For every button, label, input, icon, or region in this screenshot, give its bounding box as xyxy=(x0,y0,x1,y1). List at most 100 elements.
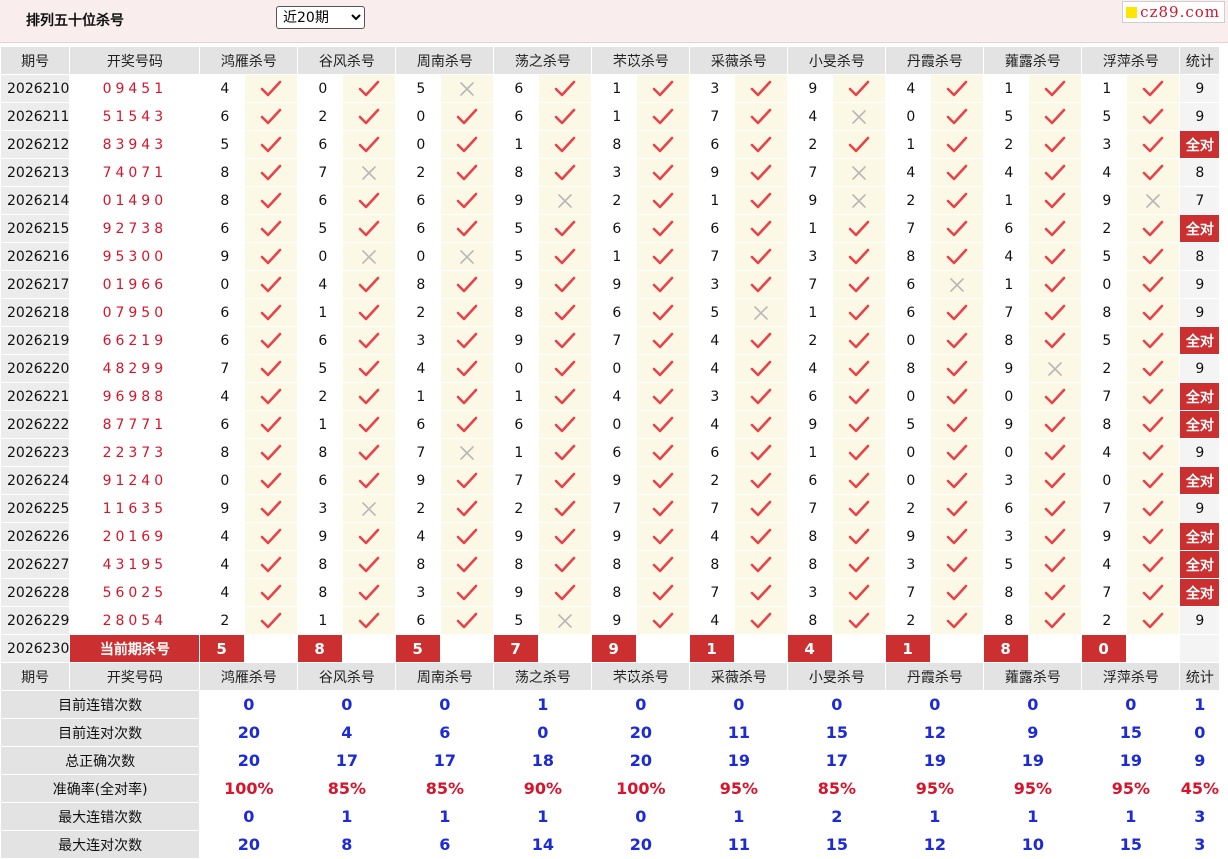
hit-mark xyxy=(342,130,397,159)
current-kill-gap xyxy=(342,634,397,663)
site-logo[interactable]: cz89.com xyxy=(1122,1,1225,23)
kill-number: 9 xyxy=(395,466,442,495)
check-icon xyxy=(358,388,380,405)
hit-mark xyxy=(244,438,299,467)
draw-number: 28054 xyxy=(69,606,201,635)
current-kill-gap xyxy=(538,634,593,663)
check-icon xyxy=(946,556,968,573)
hit-mark xyxy=(244,466,299,495)
hit-mark xyxy=(1028,242,1083,271)
check-icon xyxy=(358,556,380,573)
stat-value: 1 xyxy=(297,802,397,831)
check-icon xyxy=(750,276,772,293)
check-icon xyxy=(260,360,282,377)
stat-value: 1 xyxy=(493,690,593,719)
issue-number: 2026220 xyxy=(0,354,71,383)
row-total: 全对 xyxy=(1179,466,1221,495)
kill-number: 5 xyxy=(297,214,344,243)
check-icon xyxy=(750,248,772,265)
miss-mark xyxy=(440,74,495,103)
cross-icon xyxy=(360,249,378,265)
kill-number: 1 xyxy=(689,186,736,215)
check-icon xyxy=(456,220,478,237)
kill-number: 8 xyxy=(591,130,638,159)
check-icon xyxy=(946,220,968,237)
kill-number: 9 xyxy=(591,270,638,299)
stat-value: 11 xyxy=(689,718,789,747)
current-kill-gap xyxy=(440,634,495,663)
check-icon xyxy=(260,388,282,405)
stat-total: 45% xyxy=(1179,774,1221,803)
hit-mark xyxy=(930,326,985,355)
check-icon xyxy=(652,164,674,181)
hit-mark xyxy=(244,186,299,215)
kill-number: 6 xyxy=(297,466,344,495)
stat-value: 20 xyxy=(199,718,299,747)
kill-number: 4 xyxy=(395,522,442,551)
check-icon xyxy=(554,304,576,321)
kill-number: 5 xyxy=(689,298,736,327)
hit-mark xyxy=(734,214,789,243)
hit-mark xyxy=(342,214,397,243)
check-icon xyxy=(554,444,576,461)
row-total: 9 xyxy=(1179,354,1221,383)
kill-number: 9 xyxy=(787,186,834,215)
hit-mark xyxy=(930,494,985,523)
column-header: 谷风杀号 xyxy=(297,662,397,691)
kill-number: 7 xyxy=(591,494,638,523)
hit-mark xyxy=(244,102,299,131)
check-icon xyxy=(946,500,968,517)
hit-mark xyxy=(734,326,789,355)
stat-value: 15 xyxy=(1081,718,1181,747)
kill-number: 0 xyxy=(199,466,246,495)
kill-number: 7 xyxy=(983,298,1030,327)
kill-number: 5 xyxy=(493,214,540,243)
hit-mark xyxy=(636,186,691,215)
hit-mark xyxy=(342,550,397,579)
kill-number: 7 xyxy=(689,242,736,271)
issue-number: 2026228 xyxy=(0,578,71,607)
miss-mark xyxy=(734,298,789,327)
check-icon xyxy=(554,108,576,125)
kill-number: 6 xyxy=(591,438,638,467)
draw-number: 01490 xyxy=(69,186,201,215)
kill-number: 8 xyxy=(493,550,540,579)
check-icon xyxy=(260,472,282,489)
table-row: 2026214 01490 8 6 6 9 2 1 9 2 1 9 7 xyxy=(0,186,1221,215)
hit-mark xyxy=(734,550,789,579)
check-icon xyxy=(1044,612,1066,629)
hit-mark xyxy=(636,522,691,551)
hit-mark xyxy=(440,494,495,523)
kill-number: 9 xyxy=(591,522,638,551)
row-total: 全对 xyxy=(1179,214,1221,243)
kill-number: 2 xyxy=(591,186,638,215)
stat-total: 3 xyxy=(1179,802,1221,831)
kill-number: 8 xyxy=(1081,298,1128,327)
draw-number: 91240 xyxy=(69,466,201,495)
hit-mark xyxy=(244,410,299,439)
kill-number: 1 xyxy=(297,410,344,439)
check-icon xyxy=(946,388,968,405)
period-select[interactable]: 近20期 xyxy=(276,6,365,29)
hit-mark xyxy=(734,270,789,299)
kill-number: 4 xyxy=(591,382,638,411)
hit-mark xyxy=(440,158,495,187)
kill-number: 6 xyxy=(787,382,834,411)
hit-mark xyxy=(636,270,691,299)
check-icon xyxy=(1142,108,1164,125)
kill-number: 6 xyxy=(297,186,344,215)
check-icon xyxy=(946,444,968,461)
hit-mark xyxy=(1028,578,1083,607)
kill-number: 4 xyxy=(297,270,344,299)
kill-number: 4 xyxy=(1081,158,1128,187)
cross-icon xyxy=(1046,361,1064,377)
stat-label: 准确率(全对率) xyxy=(0,774,201,803)
miss-mark xyxy=(930,270,985,299)
check-icon xyxy=(848,136,870,153)
row-total: 9 xyxy=(1179,298,1221,327)
stat-value: 1 xyxy=(885,802,985,831)
kill-number: 6 xyxy=(493,410,540,439)
current-kill-gap xyxy=(1028,634,1083,663)
hit-mark xyxy=(244,354,299,383)
column-header: 鸿雁杀号 xyxy=(199,46,299,75)
